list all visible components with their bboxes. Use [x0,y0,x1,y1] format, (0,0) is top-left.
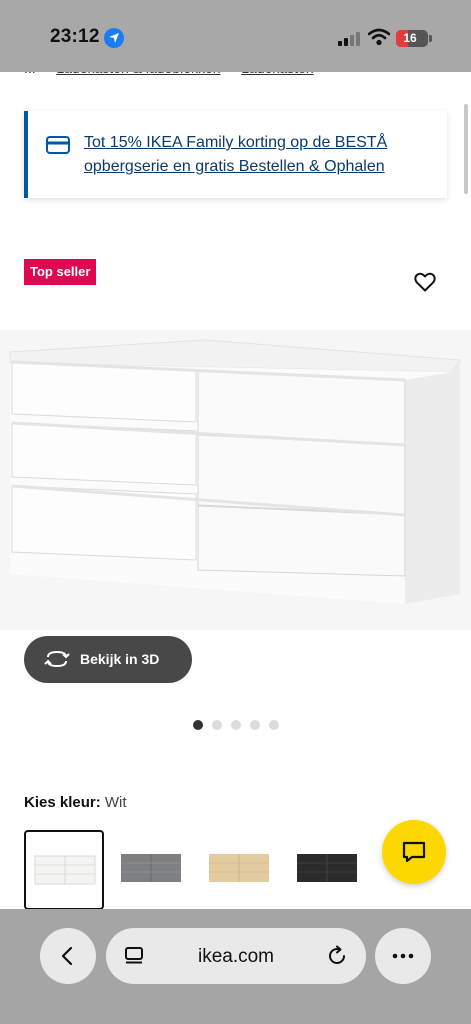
more-icon [392,953,414,959]
card-icon [46,136,70,154]
swatch-wit[interactable] [24,830,104,910]
dresser-illustration [0,330,471,630]
more-button[interactable] [375,928,431,984]
carousel-dot[interactable] [231,720,241,730]
product-image[interactable] [0,330,471,630]
back-icon [61,946,73,966]
swatch-grijs[interactable] [112,830,192,910]
browser-toolbar: ikea.com [0,909,471,1024]
address-bar[interactable]: ikea.com [106,928,366,984]
page-scrollbar[interactable] [464,104,468,194]
promo-banner[interactable]: Tot 15% IKEA Family korting op de BESTÅ … [24,111,447,198]
wifi-icon [368,28,390,46]
signal-icon [338,32,360,46]
reload-icon[interactable] [326,945,348,967]
carousel-dot[interactable] [193,720,203,730]
chat-button[interactable] [382,820,446,884]
heart-icon[interactable] [413,270,437,294]
top-seller-badge: Top seller [24,259,97,285]
carousel-dot[interactable] [269,720,279,730]
battery-tip [429,35,432,42]
back-button[interactable] [40,928,96,984]
location-icon [104,28,124,48]
promo-link[interactable]: Tot 15% IKEA Family korting op de BESTÅ … [84,131,424,179]
carousel-dot[interactable] [250,720,260,730]
color-label: Kies kleur: [24,794,101,811]
chat-icon [402,841,426,863]
color-selector-label: Kies kleur: Wit [24,794,127,811]
swatch-zwart[interactable] [288,830,368,910]
status-bar: 23:12 16 [0,0,471,72]
swatch-eiken[interactable] [200,830,280,910]
carousel-dot[interactable] [212,720,222,730]
view-3d-button[interactable]: Bekijk in 3D [24,636,192,683]
status-time: 23:12 [50,26,100,47]
color-value: Wit [104,794,127,811]
battery-level: 16 [403,31,417,45]
view-3d-label: Bekijk in 3D [80,651,160,667]
battery-icon: 16 [396,30,428,47]
rotate-3d-icon [44,650,70,668]
